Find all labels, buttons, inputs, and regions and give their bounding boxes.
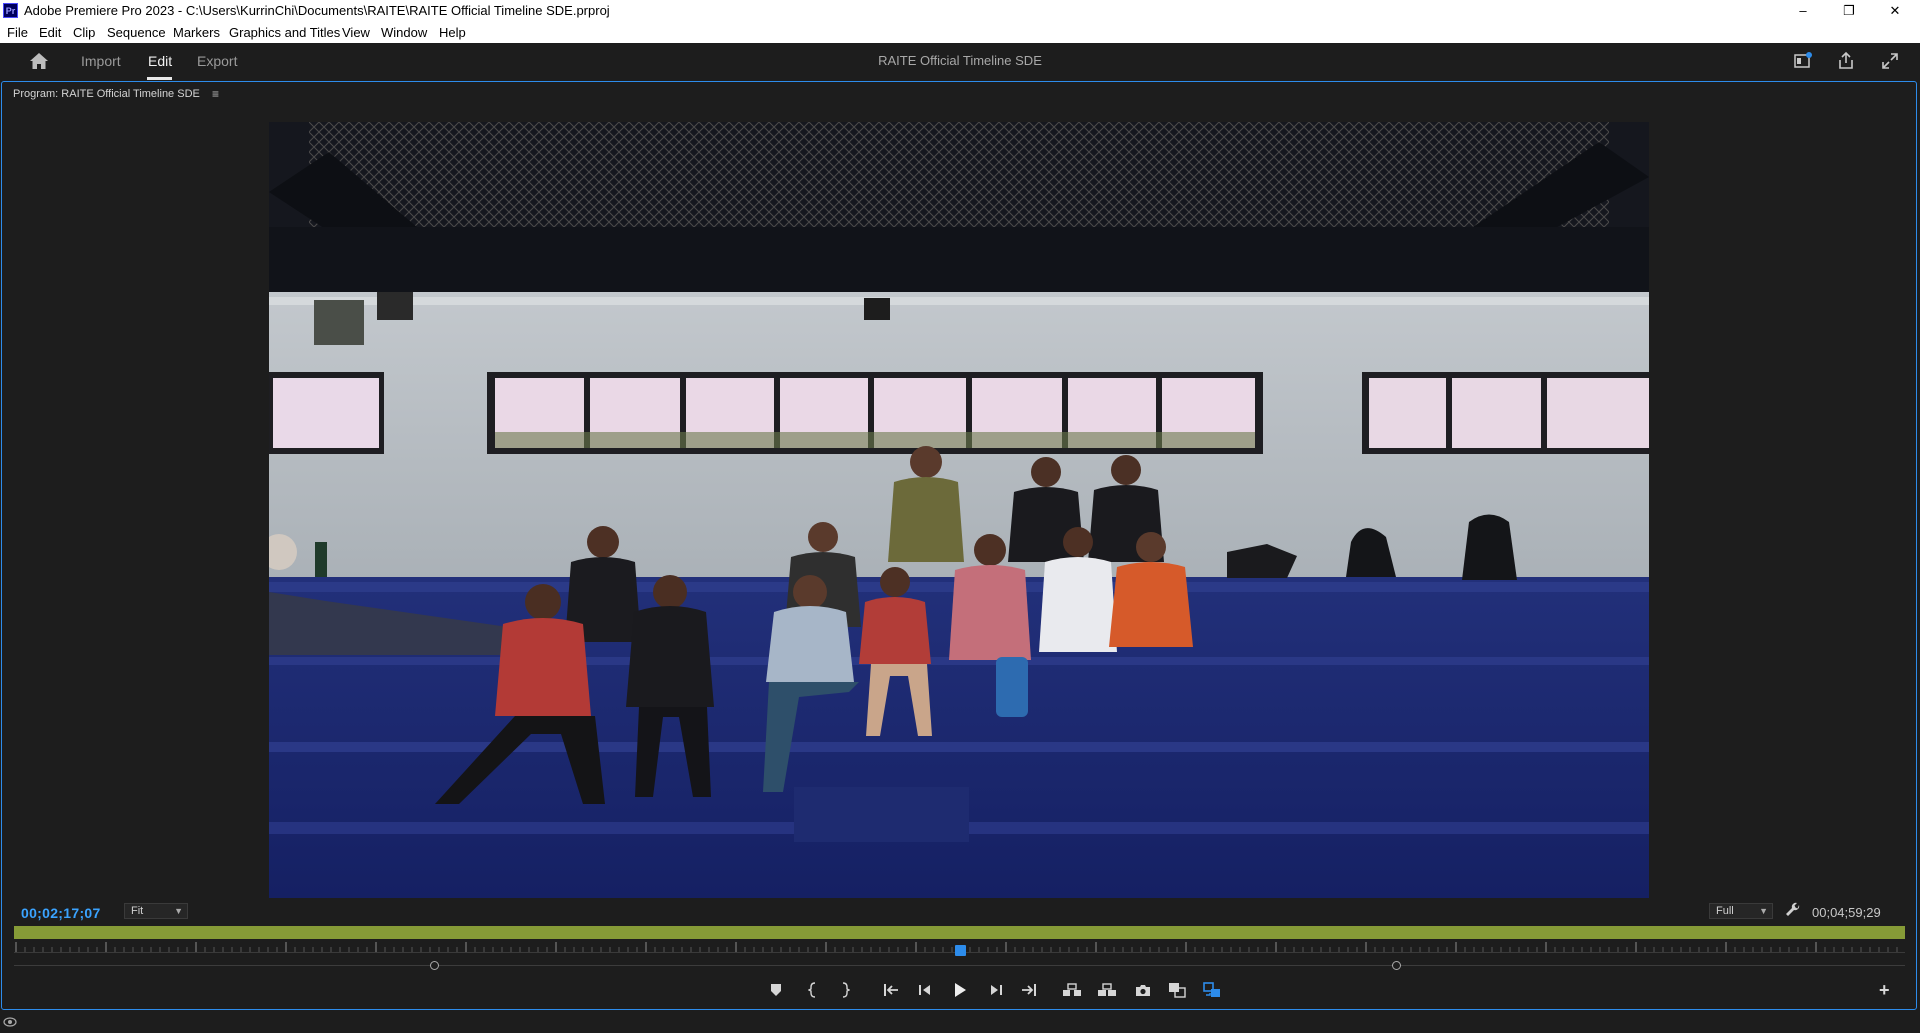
premiere-logo-icon: Pr (3, 3, 18, 18)
extract-icon[interactable] (1096, 980, 1118, 1000)
menu-sequence[interactable]: Sequence (107, 25, 166, 40)
panel-title: Program: RAITE Official Timeline SDE (13, 88, 200, 100)
proxy-toggle-icon[interactable] (1201, 980, 1223, 1000)
go-to-in-icon[interactable] (880, 980, 902, 1000)
camera-icon[interactable] (1132, 980, 1154, 1000)
work-area-bar[interactable] (14, 926, 1905, 939)
video-preview-image (269, 122, 1649, 898)
status-eye-icon[interactable] (3, 1015, 17, 1027)
mark-out-icon[interactable] (834, 980, 856, 1000)
play-icon[interactable] (949, 980, 971, 1000)
resolution-value: Full (1716, 905, 1734, 917)
window-title-bar: Pr Adobe Premiere Pro 2023 - C:\Users\Ku… (0, 0, 1920, 22)
menu-markers[interactable]: Markers (173, 25, 220, 40)
workspace-header: Import Edit Export RAITE Official Timeli… (0, 43, 1920, 81)
fullscreen-icon[interactable] (1880, 51, 1902, 73)
add-button-icon[interactable]: + (1879, 980, 1890, 1001)
mark-in-icon[interactable] (802, 980, 824, 1000)
menu-view[interactable]: View (342, 25, 370, 40)
comparison-view-icon[interactable] (1166, 980, 1188, 1000)
status-bar (0, 1010, 1920, 1032)
quick-export-icon[interactable] (1793, 51, 1815, 73)
sequence-title: RAITE Official Timeline SDE (878, 53, 1042, 68)
step-forward-icon[interactable] (985, 980, 1007, 1000)
zoom-level-select[interactable]: Fit ▼ (124, 903, 188, 919)
window-title: Adobe Premiere Pro 2023 - C:\Users\Kurri… (24, 3, 610, 18)
go-to-out-icon[interactable] (1018, 980, 1040, 1000)
close-button[interactable]: ✕ (1872, 0, 1918, 22)
zoom-handle-left[interactable] (429, 961, 439, 970)
chevron-down-icon: ▼ (174, 906, 183, 916)
menu-clip[interactable]: Clip (73, 25, 95, 40)
chevron-down-icon: ▼ (1759, 906, 1768, 916)
lift-icon[interactable] (1061, 980, 1083, 1000)
menu-bar: File Edit Clip Sequence Markers Graphics… (0, 22, 1920, 44)
menu-window[interactable]: Window (381, 25, 427, 40)
wrench-icon[interactable] (1785, 902, 1803, 920)
step-back-icon[interactable] (914, 980, 936, 1000)
minimize-button[interactable]: – (1780, 0, 1826, 22)
menu-help[interactable]: Help (439, 25, 466, 40)
playback-resolution-select[interactable]: Full ▼ (1709, 903, 1773, 919)
menu-edit[interactable]: Edit (39, 25, 61, 40)
maximize-button[interactable]: ❐ (1826, 0, 1872, 22)
playhead-handle[interactable] (954, 945, 966, 956)
menu-file[interactable]: File (7, 25, 28, 40)
menu-graphics-and-titles[interactable]: Graphics and Titles (229, 25, 340, 40)
active-tab-indicator (147, 77, 172, 80)
video-frame (269, 122, 1649, 898)
panel-menu-icon[interactable]: ≡ (212, 87, 219, 101)
current-timecode[interactable]: 00;02;17;07 (21, 905, 101, 921)
duration-timecode: 00;04;59;29 (1812, 905, 1881, 920)
zoom-level-value: Fit (131, 905, 144, 917)
add-marker-icon[interactable] (765, 980, 787, 1000)
share-icon[interactable] (1836, 51, 1858, 73)
zoom-scroll-track[interactable] (14, 965, 1905, 966)
